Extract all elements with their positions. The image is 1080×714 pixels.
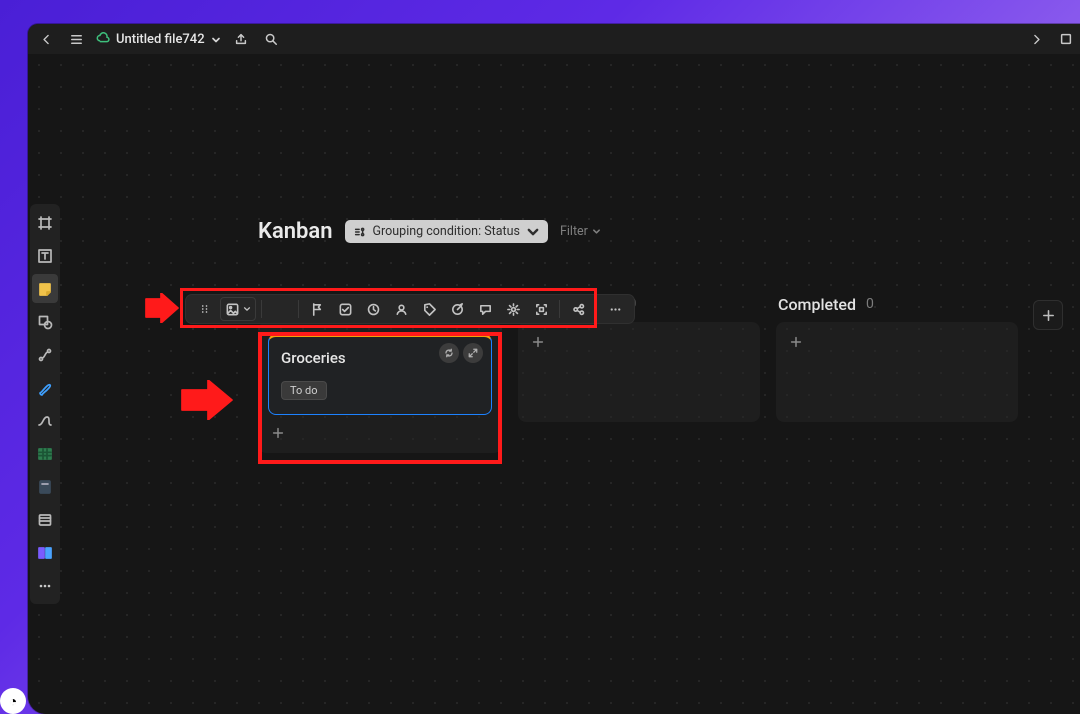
curve-tool-icon[interactable] [32, 406, 58, 435]
annotation-arrow-bottom [180, 380, 234, 420]
more-tools-icon[interactable] [32, 571, 58, 600]
file-name-chip[interactable]: Untitled file742 [96, 32, 221, 47]
text-tool-icon[interactable] [32, 241, 58, 270]
grouping-condition-button[interactable]: Grouping condition: Status [345, 220, 548, 243]
note-tool-icon[interactable] [32, 274, 58, 303]
brush-tool-icon[interactable] [32, 373, 58, 402]
list-tool-icon[interactable] [32, 505, 58, 534]
frame-tool-icon[interactable] [32, 208, 58, 237]
overflow-icon[interactable] [1056, 29, 1076, 49]
more-icon[interactable] [602, 297, 628, 321]
columns-tool-icon[interactable] [32, 538, 58, 567]
table-tool-icon[interactable] [32, 439, 58, 468]
column-title: Completed [778, 295, 856, 314]
tool-strip [30, 204, 60, 604]
app-window: Untitled file742 [28, 24, 1080, 714]
back-button[interactable] [36, 29, 56, 49]
annotation-arrow-top [144, 293, 180, 323]
filter-button[interactable]: Filter [560, 224, 601, 239]
hamburger-menu-icon[interactable] [66, 29, 86, 49]
document-tool-icon[interactable] [32, 472, 58, 501]
grouping-condition-label: Grouping condition: Status [373, 224, 520, 239]
file-name: Untitled file742 [116, 32, 205, 47]
connector-tool-icon[interactable] [32, 340, 58, 369]
canvas[interactable]: Kanban Grouping condition: Status Filter [28, 54, 1080, 714]
add-card-button[interactable] [786, 332, 806, 352]
search-icon[interactable] [261, 29, 281, 49]
kanban-block: Kanban Grouping condition: Status Filter [258, 219, 1078, 244]
corner-badge-icon: ◔ [0, 688, 26, 714]
annotation-box-card [258, 332, 502, 464]
forward-button[interactable] [1026, 29, 1046, 49]
annotation-box-toolbar [180, 288, 597, 328]
shape-tool-icon[interactable] [32, 307, 58, 336]
kanban-column-completed[interactable]: Completed 0 [776, 286, 1018, 453]
column-count: 0 [866, 296, 874, 312]
add-card-button[interactable] [528, 332, 548, 352]
export-icon[interactable] [231, 29, 251, 49]
cloud-sync-icon [96, 32, 110, 46]
chevron-down-icon [211, 34, 221, 44]
add-column-button[interactable] [1033, 300, 1063, 330]
topbar: Untitled file742 [28, 24, 1080, 54]
kanban-title[interactable]: Kanban [258, 219, 333, 244]
